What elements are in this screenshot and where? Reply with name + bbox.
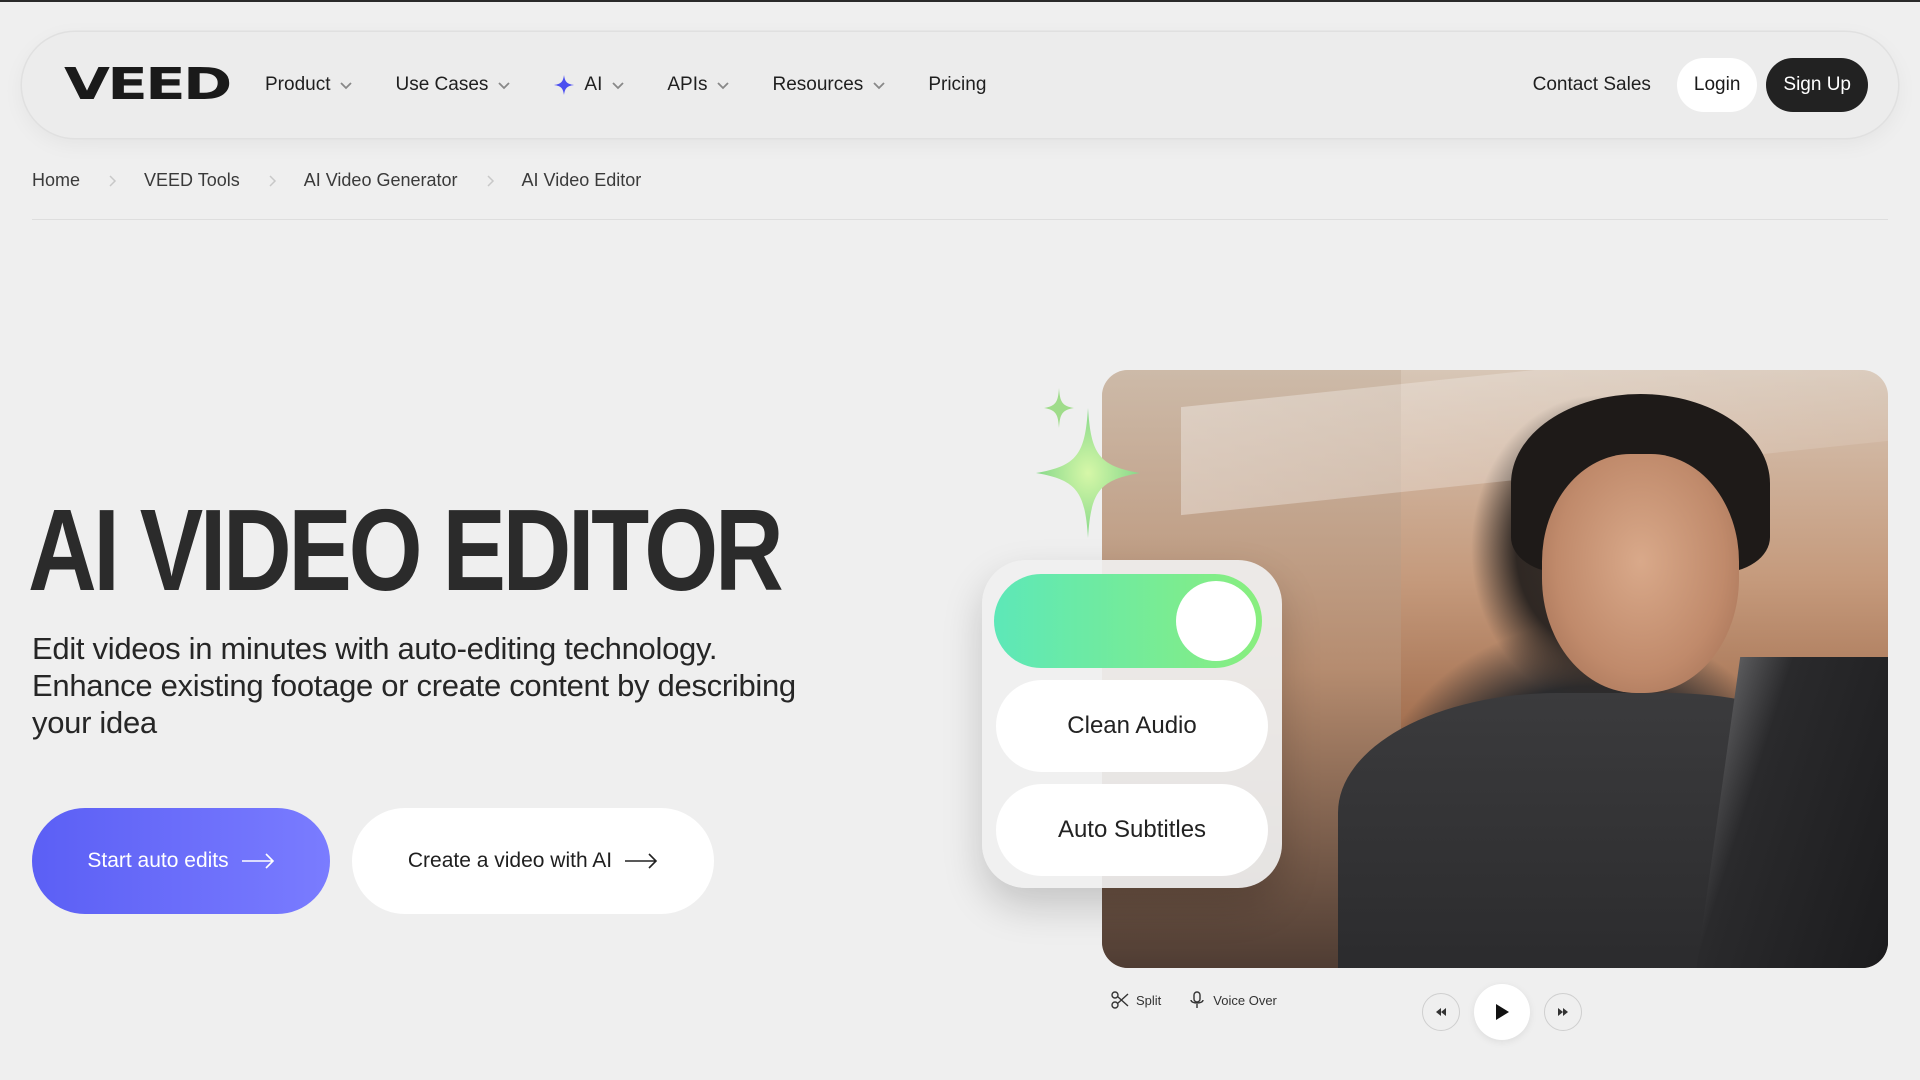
- play-icon: [1496, 1004, 1509, 1020]
- fast-forward-icon: [1558, 1008, 1568, 1016]
- fast-forward-button[interactable]: [1544, 993, 1582, 1031]
- button-label: Start auto edits: [87, 849, 229, 872]
- clean-audio-option[interactable]: Clean Audio: [996, 680, 1268, 772]
- auto-subtitles-option[interactable]: Auto Subtitles: [996, 784, 1268, 876]
- contact-sales-link[interactable]: Contact Sales: [1533, 74, 1651, 96]
- chevron-down-icon: [717, 82, 730, 90]
- nav-item-use-cases[interactable]: Use Cases: [395, 74, 511, 96]
- breadcrumb-divider: [32, 219, 1888, 220]
- split-label: Split: [1136, 992, 1162, 1008]
- nav-item-ai[interactable]: AI: [553, 74, 625, 96]
- photo-person-face: [1542, 453, 1739, 693]
- play-button[interactable]: [1474, 984, 1530, 1040]
- nav-item-pricing[interactable]: Pricing: [928, 74, 986, 96]
- chevron-down-icon: [340, 82, 353, 90]
- nav-menu: Product Use Cases AI APIs Resources Pric…: [265, 32, 1028, 138]
- breadcrumb: Home VEED Tools AI Video Generator AI Vi…: [32, 170, 641, 191]
- sparkle-large-icon: [1036, 408, 1140, 538]
- signup-button[interactable]: Sign Up: [1766, 58, 1868, 112]
- toggle-knob: [1176, 581, 1256, 661]
- split-control[interactable]: Split: [1110, 990, 1161, 1010]
- chevron-right-icon: [269, 174, 276, 187]
- breadcrumb-ai-video-generator[interactable]: AI Video Generator: [304, 170, 458, 191]
- nav-actions: Contact Sales Login Sign Up: [1533, 32, 1868, 138]
- page-title: AI VIDEO EDITOR: [28, 485, 784, 615]
- arrow-right-icon: [241, 853, 274, 869]
- microphone-icon: [1190, 991, 1204, 1008]
- top-border: [0, 0, 1920, 2]
- rewind-button[interactable]: [1422, 993, 1460, 1031]
- create-video-with-ai-button[interactable]: Create a video with AI: [352, 808, 714, 914]
- start-auto-edits-button[interactable]: Start auto edits: [32, 808, 330, 914]
- nav-item-resources[interactable]: Resources: [772, 74, 886, 96]
- nav-item-label: Use Cases: [395, 74, 489, 95]
- chevron-right-icon: [109, 174, 117, 187]
- veed-logo[interactable]: VEED: [64, 62, 232, 108]
- chevron-down-icon: [612, 82, 624, 90]
- scissors-icon: [1111, 991, 1129, 1009]
- nav-item-label: Resources: [772, 74, 864, 95]
- breadcrumb-home[interactable]: Home: [32, 170, 80, 191]
- breadcrumb-veed-tools[interactable]: VEED Tools: [144, 170, 240, 191]
- voice-over-label: Voice Over: [1213, 992, 1277, 1008]
- nav-item-apis[interactable]: APIs: [667, 74, 730, 96]
- button-label: Create a video with AI: [407, 849, 613, 872]
- navbar: VEED Product Use Cases AI APIs Resources…: [22, 32, 1898, 138]
- sparkle-icon: [554, 75, 575, 95]
- voice-over-control[interactable]: Voice Over: [1187, 990, 1277, 1010]
- nav-item-product[interactable]: Product: [265, 74, 353, 96]
- ai-toggle[interactable]: [994, 574, 1262, 668]
- nav-item-label: Pricing: [928, 74, 987, 95]
- chevron-right-icon: [486, 174, 494, 187]
- rewind-icon: [1436, 1008, 1446, 1016]
- nav-item-label: AI: [584, 74, 603, 95]
- breadcrumb-ai-video-editor[interactable]: AI Video Editor: [522, 170, 642, 191]
- chevron-down-icon: [873, 82, 885, 90]
- chevron-down-icon: [498, 82, 511, 90]
- arrow-right-icon: [625, 853, 658, 869]
- nav-item-label: APIs: [667, 74, 708, 95]
- playback-controls: [1422, 984, 1582, 1040]
- nav-item-label: Product: [265, 74, 331, 95]
- login-button[interactable]: Login: [1676, 58, 1758, 112]
- hero-subtitle: Edit videos in minutes with auto-editing…: [32, 631, 796, 740]
- editor-controls: Split Voice Over: [1110, 990, 1303, 1010]
